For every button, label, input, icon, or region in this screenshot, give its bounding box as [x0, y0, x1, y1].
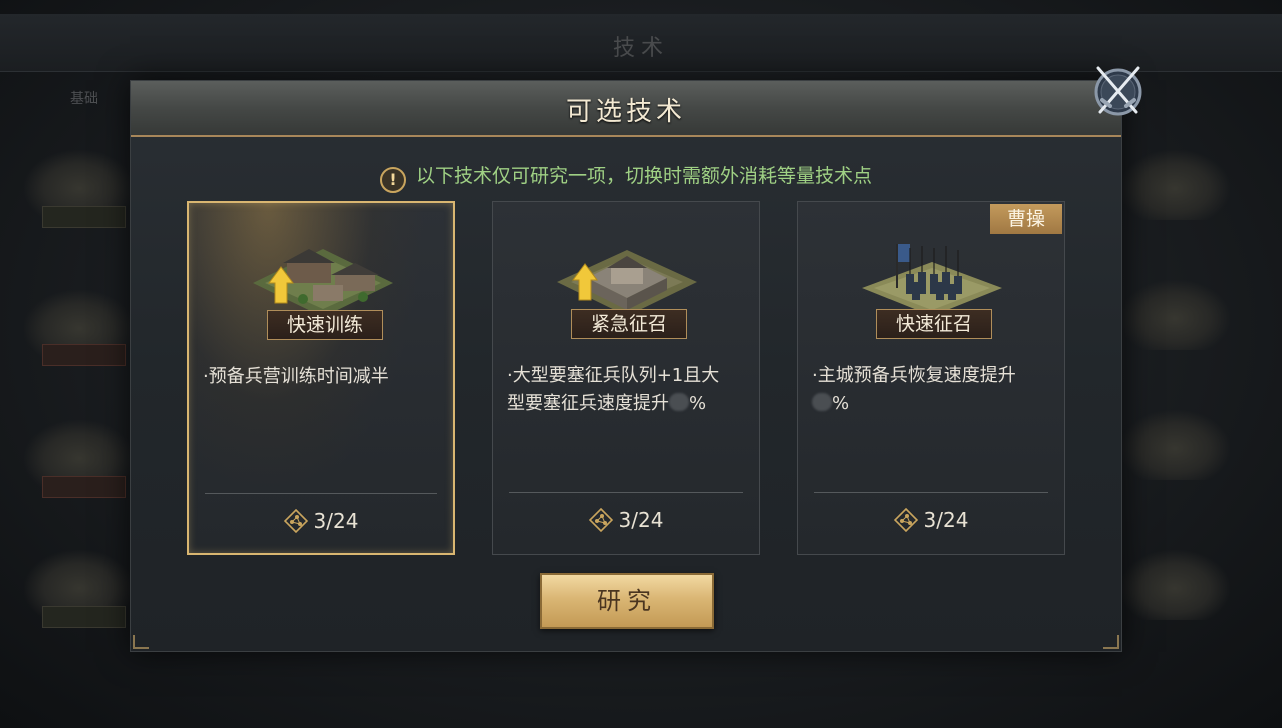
blurred-value — [669, 393, 689, 411]
tech-description: ·主城预备兵恢复速度提升 % — [812, 362, 1052, 418]
notice-text: 以下技术仅可研究一项，切换时需额外消耗等量技术点 — [415, 165, 872, 187]
dialog-header: 可选技术 — [131, 81, 1121, 137]
tech-description-line: ·预备兵营训练时间减半 — [203, 366, 389, 387]
tech-point-icon — [283, 509, 308, 533]
background-node-label — [42, 344, 126, 366]
tech-description-line: ·大型要塞征兵队列+1且大 — [507, 365, 720, 386]
percent-suffix: % — [832, 393, 850, 414]
tech-description: ·预备兵营训练时间减半 — [203, 363, 443, 391]
tech-description-line-with-value: 型要塞征兵速度提升% — [507, 390, 747, 418]
tech-points-value: 3/24 — [618, 508, 664, 532]
card-divider — [509, 492, 743, 493]
tech-points: 3/24 — [493, 508, 759, 532]
tech-points: 3/24 — [798, 508, 1064, 532]
background-tech-node — [1120, 280, 1230, 350]
tech-name-plate: 快速训练 — [267, 310, 383, 340]
tech-description-line-with-value: % — [812, 390, 1052, 418]
close-crossed-swords-icon[interactable] — [1090, 62, 1146, 118]
tech-name-plate: 快速征召 — [876, 309, 992, 339]
card-divider — [814, 492, 1048, 493]
percent-suffix: % — [689, 393, 707, 414]
tech-card-quick-conscription[interactable]: 曹操 快速征召 ·主城预备兵恢复速度提升 % 3/24 — [797, 201, 1065, 555]
background-tech-node — [1120, 410, 1230, 480]
background-tech-node — [1120, 150, 1230, 220]
tech-name-plate: 紧急征召 — [571, 309, 687, 339]
tech-card-emergency-conscription[interactable]: 紧急征召 ·大型要塞征兵队列+1且大 型要塞征兵速度提升% 3/24 — [492, 201, 760, 555]
frame-corner-ornament — [133, 635, 149, 649]
tech-points-value: 3/24 — [313, 509, 359, 533]
card-divider — [205, 493, 437, 494]
exclamation-icon: ! — [379, 167, 406, 193]
tech-description-line: 型要塞征兵速度提升 — [507, 393, 669, 414]
blurred-value — [812, 393, 832, 411]
tech-points-value: 3/24 — [923, 508, 969, 532]
hero-badge: 曹操 — [990, 204, 1062, 234]
background-tech-node — [1120, 550, 1230, 620]
tech-selection-dialog: 可选技术 ! 以下技术仅可研究一项，切换时需额外消耗等量技术点 快速训练 ·预备兵… — [130, 80, 1122, 652]
background-node-label — [42, 476, 126, 498]
tech-description: ·大型要塞征兵队列+1且大 型要塞征兵速度提升% — [507, 362, 747, 418]
dialog-title: 可选技术 — [565, 97, 686, 127]
notice-text-row: ! 以下技术仅可研究一项，切换时需额外消耗等量技术点 — [131, 161, 1121, 193]
background-title: 技术 — [612, 36, 669, 61]
frame-corner-ornament — [1103, 635, 1119, 649]
research-button[interactable]: 研究 — [540, 573, 714, 629]
background-node-label — [42, 206, 126, 228]
tech-points: 3/24 — [189, 509, 453, 533]
tech-description-line: ·主城预备兵恢复速度提升 — [812, 365, 1016, 386]
background-tab: 基础 — [70, 91, 98, 107]
tech-point-icon — [588, 508, 613, 532]
background-node-label — [42, 606, 126, 628]
tech-point-icon — [893, 508, 918, 532]
tech-card-quick-training[interactable]: 快速训练 ·预备兵营训练时间减半 3/24 — [187, 201, 455, 555]
